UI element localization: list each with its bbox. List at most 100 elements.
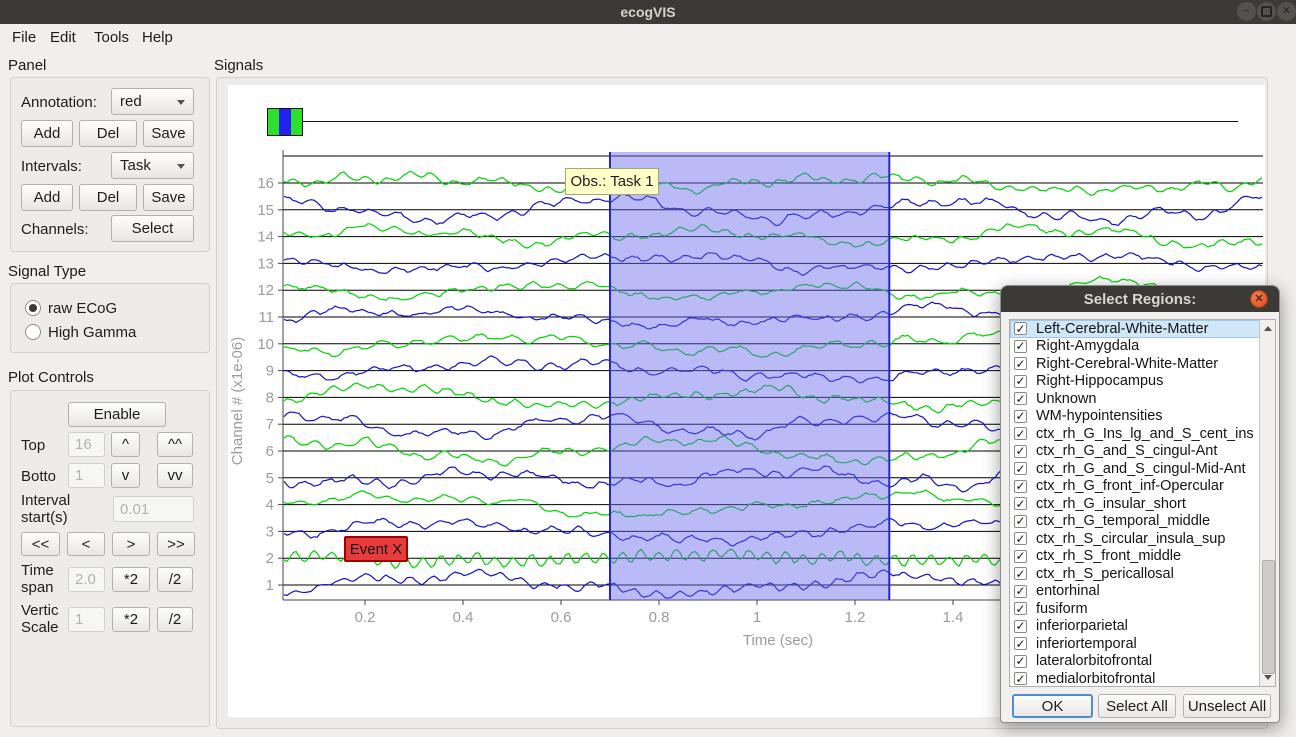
region-list-item[interactable]: ✓Left-Cerebral-White-Matter (1010, 320, 1275, 338)
checkbox-checked-icon[interactable]: ✓ (1014, 585, 1027, 598)
region-list-item[interactable]: ✓Right-Amygdala (1010, 338, 1275, 356)
close-button[interactable]: ✕ (1277, 2, 1296, 21)
checkbox-checked-icon[interactable]: ✓ (1014, 655, 1027, 668)
channel-down-fast-button[interactable]: vv (157, 463, 193, 488)
minimize-icon: − (1243, 6, 1249, 17)
region-list-item[interactable]: ✓ctx_rh_G_and_S_cingul-Mid-Ant (1010, 460, 1275, 478)
region-list-item[interactable]: ✓ ctx_rh_G_temporal_middle (1010, 513, 1275, 531)
unselect-all-button[interactable]: Unselect All (1183, 694, 1271, 718)
checkbox-checked-icon[interactable]: ✓ (1014, 462, 1027, 475)
checkbox-checked-icon[interactable]: ✓ (1014, 515, 1027, 528)
region-list-item[interactable]: ✓Right-Cerebral-White-Matter (1010, 355, 1275, 373)
checkbox-checked-icon[interactable]: ✓ (1014, 637, 1027, 650)
region-list-item[interactable]: ✓Right-Hippocampus (1010, 373, 1275, 391)
checkbox-checked-icon[interactable]: ✓ (1014, 340, 1027, 353)
y-tick-label: 2 (266, 550, 274, 567)
step-back-button[interactable]: < (67, 532, 105, 556)
interval-region[interactable] (610, 152, 889, 600)
enable-button[interactable]: Enable (68, 402, 166, 427)
checkbox-checked-icon[interactable]: ✓ (1014, 602, 1027, 615)
checkbox-checked-icon[interactable]: ✓ (1014, 620, 1027, 633)
annotation-del-button[interactable]: Del (79, 120, 137, 147)
dialog-close-button[interactable]: ✕ (1250, 290, 1268, 308)
region-list-item[interactable]: ✓fusiform (1010, 600, 1275, 618)
checkbox-checked-icon[interactable]: ✓ (1014, 672, 1027, 685)
region-list-item[interactable]: ✓entorhinal (1010, 583, 1275, 601)
maximize-icon (1261, 6, 1272, 17)
region-list-item[interactable]: ✓ctx_rh_G_Ins_lg_and_S_cent_ins (1010, 425, 1275, 443)
checkbox-checked-icon[interactable]: ✓ (1014, 427, 1027, 440)
signal-type-section-label: Signal Type (8, 263, 86, 280)
intervals-combo[interactable]: Task (111, 152, 194, 179)
chevron-down-icon (177, 164, 185, 169)
time-span-input: 2.0 (68, 567, 105, 592)
menu-tools[interactable]: Tools (90, 27, 133, 48)
time-span-half-button[interactable]: /2 (157, 567, 193, 592)
menu-file[interactable]: File (8, 27, 40, 48)
region-list-item[interactable]: ✓inferiortemporal (1010, 635, 1275, 653)
maximize-button[interactable] (1257, 2, 1276, 21)
annotation-add-button[interactable]: Add (21, 120, 73, 147)
checkbox-checked-icon[interactable]: ✓ (1014, 445, 1027, 458)
intervals-add-button[interactable]: Add (21, 184, 73, 211)
menu-edit[interactable]: Edit (46, 27, 80, 48)
checkbox-checked-icon[interactable]: ✓ (1014, 480, 1027, 493)
annotation-combo[interactable]: red (111, 88, 194, 115)
channels-select-button[interactable]: Select (111, 215, 194, 242)
region-list-item[interactable]: ✓ ctx_rh_G_front_inf-Opercular (1010, 478, 1275, 496)
scroll-down-icon[interactable] (1264, 675, 1272, 680)
checkbox-checked-icon[interactable]: ✓ (1014, 392, 1027, 405)
region-list-item[interactable]: ✓ctx_rh_S_circular_insula_sup (1010, 530, 1275, 548)
channel-down-button[interactable]: v (111, 463, 140, 488)
vertical-scale-half-button[interactable]: /2 (157, 607, 193, 632)
intervals-save-button[interactable]: Save (143, 184, 194, 211)
dialog-titlebar[interactable]: Select Regions: (1001, 286, 1279, 312)
menu-help[interactable]: Help (138, 27, 177, 48)
y-tick-label: 4 (266, 497, 274, 514)
annotation-save-button[interactable]: Save (143, 120, 194, 147)
region-list-item[interactable]: ✓ ctx_rh_S_front_middle (1010, 548, 1275, 566)
region-list-item[interactable]: ✓ctx_rh_S_pericallosal (1010, 565, 1275, 583)
region-item-label: ctx_rh_G_front_inf-Opercular (1036, 478, 1224, 494)
scrollbar-thumb[interactable] (1262, 560, 1275, 674)
minimize-button[interactable]: − (1237, 2, 1256, 21)
intervals-del-button[interactable]: Del (79, 184, 137, 211)
select-all-button[interactable]: Select All (1098, 694, 1176, 718)
region-list-item[interactable]: ✓lateralorbitofrontal (1010, 653, 1275, 671)
step-forward-button[interactable]: > (112, 532, 150, 556)
region-list-item[interactable]: ✓WM-hypointensities (1010, 408, 1275, 426)
region-item-label: ctx_rh_G_temporal_middle (1036, 513, 1210, 529)
region-item-label: ctx_rh_S_front_middle (1036, 548, 1181, 564)
checkbox-checked-icon[interactable]: ✓ (1014, 357, 1027, 370)
time-span-double-button[interactable]: *2 (112, 567, 150, 592)
vertical-scale-double-button[interactable]: *2 (112, 607, 150, 632)
radio-high-gamma-label[interactable]: High Gamma (48, 324, 136, 341)
y-tick-label: 16 (257, 175, 274, 192)
scroll-up-icon[interactable] (1264, 326, 1272, 331)
channel-up-fast-button[interactable]: ^^ (157, 432, 193, 457)
event-annotation[interactable]: Event X (344, 536, 408, 562)
ok-button[interactable]: OK (1012, 694, 1093, 718)
checkbox-checked-icon[interactable]: ✓ (1014, 567, 1027, 580)
region-list-item[interactable]: ✓ctx_rh_G_and_S_cingul-Ant (1010, 443, 1275, 461)
channel-up-button[interactable]: ^ (111, 432, 140, 457)
checkbox-checked-icon[interactable]: ✓ (1014, 322, 1027, 335)
radio-raw-ecog[interactable] (25, 300, 41, 316)
region-list-item[interactable]: ✓inferiorparietal (1010, 618, 1275, 636)
region-list-scrollbar[interactable] (1259, 320, 1275, 686)
x-axis-title: Time (sec) (743, 632, 813, 649)
checkbox-checked-icon[interactable]: ✓ (1014, 550, 1027, 563)
region-list-item[interactable]: ✓ ctx_rh_G_insular_short (1010, 495, 1275, 513)
page-forward-button[interactable]: >> (157, 532, 195, 556)
region-list-item[interactable]: ✓Unknown (1010, 390, 1275, 408)
region-list-item[interactable]: ✓medialorbitofrontal (1010, 670, 1275, 687)
checkbox-checked-icon[interactable]: ✓ (1014, 532, 1027, 545)
page-back-button[interactable]: << (21, 532, 60, 556)
checkbox-checked-icon[interactable]: ✓ (1014, 497, 1027, 510)
radio-raw-ecog-label[interactable]: raw ECoG (48, 300, 117, 317)
window-title: ecogVIS (620, 4, 675, 20)
checkbox-checked-icon[interactable]: ✓ (1014, 375, 1027, 388)
region-item-label: ctx_rh_G_insular_short (1036, 496, 1186, 512)
checkbox-checked-icon[interactable]: ✓ (1014, 410, 1027, 423)
radio-high-gamma[interactable] (25, 324, 41, 340)
